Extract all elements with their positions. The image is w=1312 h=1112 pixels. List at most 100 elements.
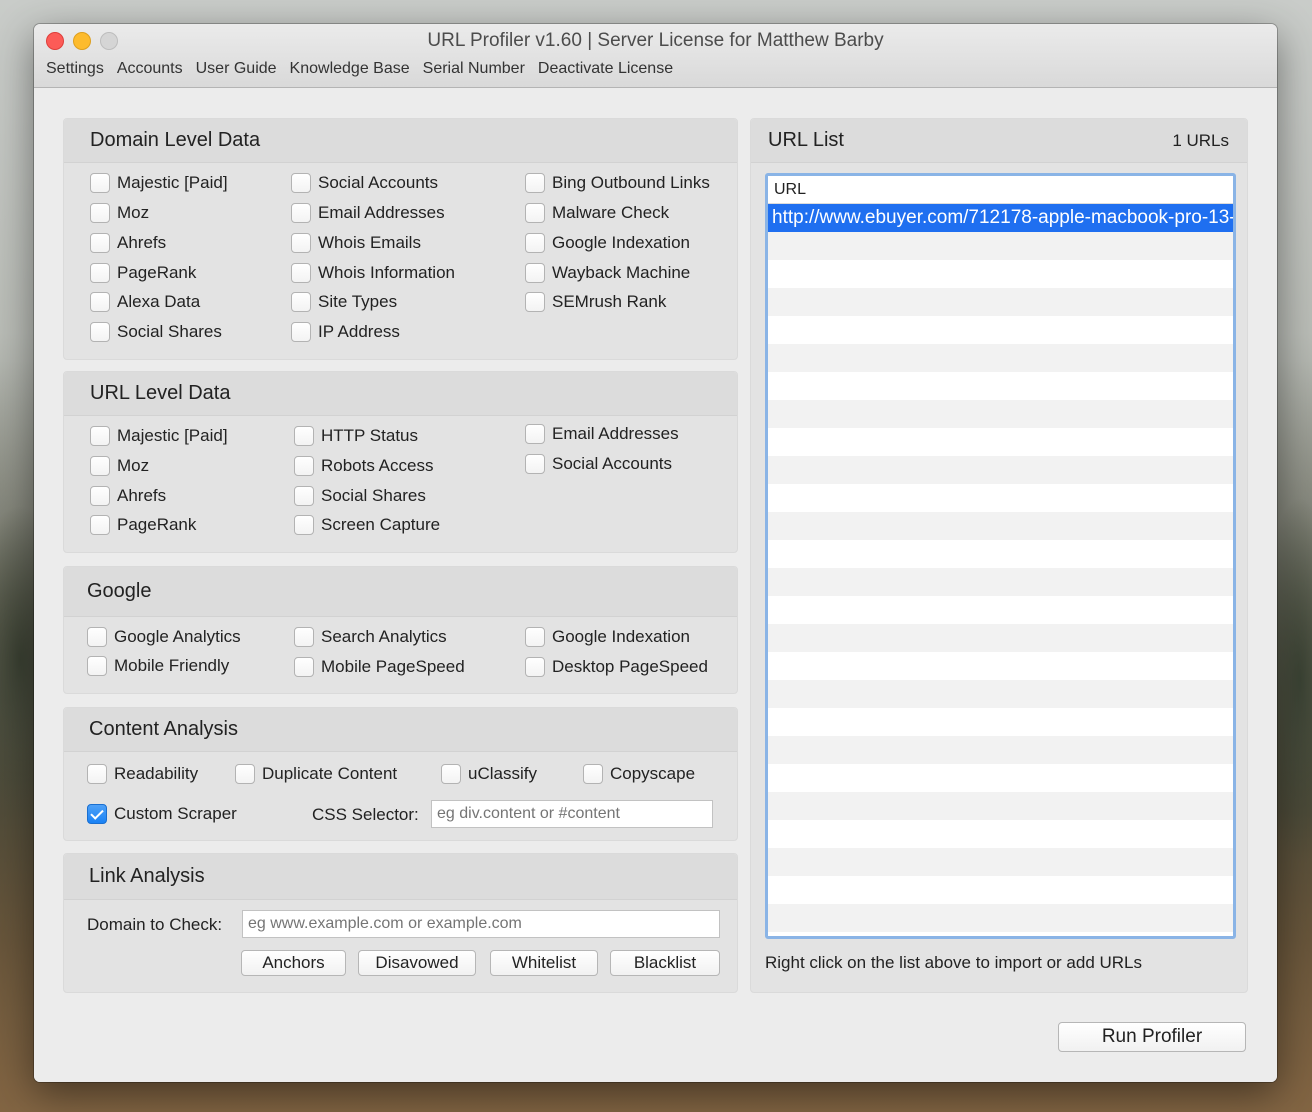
checkbox-label: Email Addresses xyxy=(318,203,445,222)
checkbox-box[interactable] xyxy=(235,764,255,784)
checkbox-box[interactable] xyxy=(291,233,311,253)
domain-checkbox-ip-address[interactable]: IP Address xyxy=(291,322,400,342)
menu-knowledge-base[interactable]: Knowledge Base xyxy=(290,60,410,78)
checkmark-icon[interactable] xyxy=(87,804,107,824)
whitelist-button[interactable]: Whitelist xyxy=(490,950,598,976)
url-column-header[interactable]: URL xyxy=(768,176,1233,204)
checkbox-box[interactable] xyxy=(525,424,545,444)
url-checkbox-moz[interactable]: Moz xyxy=(90,456,149,476)
checkbox-box[interactable] xyxy=(87,764,107,784)
checkbox-box[interactable] xyxy=(291,203,311,223)
checkbox-box[interactable] xyxy=(90,292,110,312)
url-checkbox-pagerank[interactable]: PageRank xyxy=(90,515,196,535)
url-checkbox-ahrefs[interactable]: Ahrefs xyxy=(90,486,166,506)
google-checkbox-analytics[interactable]: Google Analytics xyxy=(87,627,241,647)
menu-user-guide[interactable]: User Guide xyxy=(196,60,277,78)
checkbox-box[interactable] xyxy=(291,292,311,312)
blacklist-button[interactable]: Blacklist xyxy=(610,950,720,976)
checkbox-box[interactable] xyxy=(294,486,314,506)
url-row[interactable]: http://www.ebuyer.com/712178-apple-macbo… xyxy=(768,204,1233,232)
url-checkbox-robots[interactable]: Robots Access xyxy=(294,456,433,476)
checkbox-box[interactable] xyxy=(87,656,107,676)
domain-checkbox-site-types[interactable]: Site Types xyxy=(291,292,397,312)
empty-list-row xyxy=(768,232,1233,260)
domain-checkbox-alexa[interactable]: Alexa Data xyxy=(90,292,200,312)
domain-checkbox-pagerank[interactable]: PageRank xyxy=(90,263,196,283)
menu-accounts[interactable]: Accounts xyxy=(117,60,183,78)
checkbox-box[interactable] xyxy=(583,764,603,784)
url-list-header: URL List 1 URLs xyxy=(751,119,1247,163)
checkbox-box[interactable] xyxy=(525,173,545,193)
domain-checkbox-malware[interactable]: Malware Check xyxy=(525,203,669,223)
css-selector-input[interactable] xyxy=(431,800,713,828)
content-checkbox-uclassify[interactable]: uClassify xyxy=(441,764,537,784)
checkbox-box[interactable] xyxy=(90,173,110,193)
content-checkbox-readability[interactable]: Readability xyxy=(87,764,198,784)
checkbox-box[interactable] xyxy=(294,456,314,476)
url-checkbox-social-accounts[interactable]: Social Accounts xyxy=(525,454,672,474)
domain-checkbox-email-addresses[interactable]: Email Addresses xyxy=(291,203,445,223)
checkbox-box[interactable] xyxy=(90,263,110,283)
checkbox-box[interactable] xyxy=(525,454,545,474)
google-checkbox-indexation[interactable]: Google Indexation xyxy=(525,627,690,647)
url-checkbox-email-addresses[interactable]: Email Addresses xyxy=(525,424,679,444)
url-checkbox-http-status[interactable]: HTTP Status xyxy=(294,426,418,446)
anchors-button[interactable]: Anchors xyxy=(241,950,346,976)
checkbox-box[interactable] xyxy=(90,233,110,253)
checkbox-box[interactable] xyxy=(294,627,314,647)
checkbox-box[interactable] xyxy=(294,426,314,446)
domain-checkbox-wayback[interactable]: Wayback Machine xyxy=(525,263,690,283)
google-checkbox-mobile-pagespeed[interactable]: Mobile PageSpeed xyxy=(294,657,465,677)
checkbox-box[interactable] xyxy=(90,203,110,223)
domain-checkbox-semrush[interactable]: SEMrush Rank xyxy=(525,292,666,312)
google-checkbox-search-analytics[interactable]: Search Analytics xyxy=(294,627,447,647)
url-checkbox-social-shares[interactable]: Social Shares xyxy=(294,486,426,506)
checkbox-box[interactable] xyxy=(291,263,311,283)
css-selector-label: CSS Selector: xyxy=(312,805,419,824)
content-checkbox-custom-scraper[interactable]: Custom Scraper xyxy=(87,804,237,824)
menu-serial-number[interactable]: Serial Number xyxy=(423,60,525,78)
google-checkbox-mobile-friendly[interactable]: Mobile Friendly xyxy=(87,656,229,676)
domain-checkbox-social-shares[interactable]: Social Shares xyxy=(90,322,222,342)
checkbox-box[interactable] xyxy=(441,764,461,784)
domain-checkbox-google-indexation[interactable]: Google Indexation xyxy=(525,233,690,253)
url-list-table[interactable]: URL http://www.ebuyer.com/712178-apple-m… xyxy=(765,173,1236,939)
checkbox-box[interactable] xyxy=(525,657,545,677)
content-checkbox-duplicate[interactable]: Duplicate Content xyxy=(235,764,397,784)
empty-list-row xyxy=(768,624,1233,652)
checkbox-box[interactable] xyxy=(525,203,545,223)
checkbox-box[interactable] xyxy=(525,263,545,283)
domain-checkbox-whois-emails[interactable]: Whois Emails xyxy=(291,233,421,253)
disavowed-button[interactable]: Disavowed xyxy=(358,950,476,976)
url-checkbox-screen-capture[interactable]: Screen Capture xyxy=(294,515,440,535)
domain-checkbox-whois-information[interactable]: Whois Information xyxy=(291,263,455,283)
url-checkbox-majestic[interactable]: Majestic [Paid] xyxy=(90,426,228,446)
checkbox-box[interactable] xyxy=(90,486,110,506)
checkbox-box[interactable] xyxy=(87,627,107,647)
checkbox-box[interactable] xyxy=(90,456,110,476)
run-profiler-button[interactable]: Run Profiler xyxy=(1058,1022,1246,1052)
checkbox-box[interactable] xyxy=(525,627,545,647)
menu-deactivate-license[interactable]: Deactivate License xyxy=(538,60,673,78)
domain-checkbox-majestic[interactable]: Majestic [Paid] xyxy=(90,173,228,193)
menu-settings[interactable]: Settings xyxy=(46,60,104,78)
checkbox-box[interactable] xyxy=(90,426,110,446)
domain-checkbox-bing-outbound[interactable]: Bing Outbound Links xyxy=(525,173,710,193)
content-checkbox-copyscape[interactable]: Copyscape xyxy=(583,764,695,784)
checkbox-box[interactable] xyxy=(90,515,110,535)
checkbox-box[interactable] xyxy=(294,515,314,535)
domain-checkbox-ahrefs[interactable]: Ahrefs xyxy=(90,233,166,253)
domain-level-panel: Domain Level Data Majestic [Paid] Moz Ah… xyxy=(63,118,738,360)
domain-checkbox-social-accounts[interactable]: Social Accounts xyxy=(291,173,438,193)
domain-checkbox-moz[interactable]: Moz xyxy=(90,203,149,223)
url-count: 1 URLs xyxy=(1172,130,1229,150)
checkbox-box[interactable] xyxy=(525,233,545,253)
checkbox-box[interactable] xyxy=(90,322,110,342)
content-analysis-panel: Content Analysis Readability Duplicate C… xyxy=(63,707,738,841)
domain-to-check-input[interactable] xyxy=(242,910,720,938)
checkbox-box[interactable] xyxy=(291,322,311,342)
google-checkbox-desktop-pagespeed[interactable]: Desktop PageSpeed xyxy=(525,657,708,677)
checkbox-box[interactable] xyxy=(291,173,311,193)
checkbox-box[interactable] xyxy=(294,657,314,677)
checkbox-box[interactable] xyxy=(525,292,545,312)
